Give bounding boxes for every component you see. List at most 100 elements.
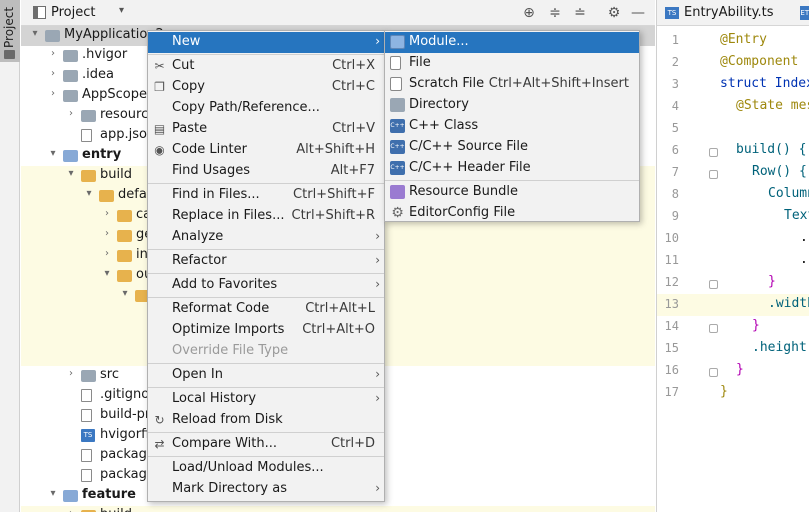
- menu-item[interactable]: Mark Directory as ›: [148, 479, 384, 500]
- folder-icon: [117, 250, 132, 262]
- fold-icon[interactable]: [709, 368, 718, 377]
- menu-item-shortcut: Ctrl+Shift+F: [293, 187, 375, 202]
- menu-separator: [148, 297, 384, 298]
- menu-item-label: New: [172, 34, 201, 49]
- chevron-down-icon[interactable]: ▾: [65, 168, 77, 179]
- menu-separator: [148, 249, 384, 250]
- menu-item[interactable]: ✂ Cut Ctrl+X: [148, 56, 384, 77]
- ets-file-icon[interactable]: ETS: [800, 6, 809, 20]
- project-tool-tab[interactable]: Project: [0, 0, 20, 62]
- line-number: 8: [671, 187, 679, 201]
- code-text: }: [768, 274, 776, 289]
- project-panel-title[interactable]: Project: [51, 5, 95, 20]
- fold-icon[interactable]: [709, 324, 718, 333]
- submenu-item[interactable]: C++ C++ Class: [385, 116, 639, 137]
- code-area[interactable]: 1 @Entry 2 @Component 3 struct Index 4 @State m…: [657, 26, 809, 512]
- line-number: 7: [671, 165, 679, 179]
- submenu-item[interactable]: C++ C/C++ Header File: [385, 158, 639, 179]
- chevron-right-icon[interactable]: ›: [101, 248, 113, 259]
- context-menu: New › ✂ Cut Ctrl+X ❐ Copy Ctrl+C Copy Path/Refer…: [147, 30, 385, 502]
- chevron-down-icon[interactable]: ▾: [119, 5, 124, 16]
- chevron-right-icon[interactable]: ›: [47, 68, 59, 79]
- file-icon: [81, 389, 92, 402]
- chevron-down-icon[interactable]: ▾: [47, 488, 59, 499]
- menu-item[interactable]: Add to Favorites ›: [148, 275, 384, 296]
- code-text: @Component: [720, 54, 799, 69]
- menu-item[interactable]: Find in Files... Ctrl+Shift+F: [148, 185, 384, 206]
- line-number: 13: [664, 297, 679, 311]
- chevron-right-icon[interactable]: ›: [101, 228, 113, 239]
- code-line: 3 struct Index: [657, 74, 809, 96]
- fold-icon[interactable]: [709, 148, 718, 157]
- expand-all-icon[interactable]: ≑: [546, 4, 564, 22]
- menu-item[interactable]: Refactor ›: [148, 251, 384, 272]
- menu-item: Override File Type: [148, 341, 384, 362]
- menu-item-shortcut: Ctrl+C: [331, 79, 375, 94]
- submenu-item[interactable]: Scratch File Ctrl+Alt+Shift+Insert: [385, 74, 639, 95]
- menu-item[interactable]: Optimize Imports Ctrl+Alt+O: [148, 320, 384, 341]
- submenu-item-label: Directory: [409, 97, 469, 112]
- folder-icon: [63, 50, 78, 62]
- code-text: @State mes: [736, 98, 809, 113]
- line-number: 5: [671, 121, 679, 135]
- resource-bundle-icon: [390, 185, 405, 199]
- code-text: Row() {: [752, 164, 807, 179]
- submenu-item[interactable]: C++ C/C++ Source File: [385, 137, 639, 158]
- cpp-file-icon: C++: [390, 161, 405, 175]
- chevron-right-icon[interactable]: ›: [47, 88, 59, 99]
- menu-item[interactable]: Analyze ›: [148, 227, 384, 248]
- line-number: 16: [664, 363, 679, 377]
- chevron-down-icon[interactable]: ▾: [119, 288, 131, 299]
- chevron-right-icon[interactable]: ›: [65, 508, 77, 512]
- menu-item[interactable]: ⇄ Compare With... Ctrl+D: [148, 434, 384, 455]
- chevron-right-icon[interactable]: ›: [65, 368, 77, 379]
- menu-item-label: Find Usages: [172, 163, 251, 178]
- fold-icon[interactable]: [709, 170, 718, 179]
- menu-item[interactable]: ◉ Code Linter Alt+Shift+H: [148, 140, 384, 161]
- menu-separator: [148, 387, 384, 388]
- menu-item-shortcut: Ctrl+X: [332, 58, 375, 73]
- chevron-down-icon[interactable]: ▾: [29, 28, 41, 39]
- chevron-right-icon[interactable]: ›: [65, 108, 77, 119]
- chevron-down-icon[interactable]: ▾: [101, 268, 113, 279]
- code-line: 4 @State mes: [657, 96, 809, 118]
- chevron-right-icon[interactable]: ›: [47, 48, 59, 59]
- chevron-right-icon[interactable]: ›: [101, 208, 113, 219]
- chevron-down-icon[interactable]: ▾: [47, 148, 59, 159]
- menu-item[interactable]: Open In ›: [148, 365, 384, 386]
- menu-item[interactable]: ▤ Paste Ctrl+V: [148, 119, 384, 140]
- folder-icon: [117, 270, 132, 282]
- hide-icon[interactable]: —: [629, 4, 647, 22]
- menu-item[interactable]: Local History ›: [148, 389, 384, 410]
- code-line: 10 .f: [657, 228, 809, 250]
- menu-item[interactable]: ❐ Copy Ctrl+C: [148, 77, 384, 98]
- code-text: struct Index: [720, 76, 809, 91]
- menu-item-shortcut: Ctrl+D: [330, 436, 375, 451]
- code-line: 17}: [657, 382, 809, 404]
- menu-separator: [148, 432, 384, 433]
- cpp-file-icon: C++: [390, 140, 405, 154]
- menu-item[interactable]: ↻ Reload from Disk: [148, 410, 384, 431]
- collapse-all-icon[interactable]: ≐: [571, 4, 589, 22]
- fold-icon[interactable]: [709, 280, 718, 289]
- tool-window-strip: Project: [0, 0, 20, 512]
- menu-item[interactable]: Replace in Files... Ctrl+Shift+R: [148, 206, 384, 227]
- code-text: Column: [768, 186, 809, 201]
- tree-row[interactable]: › build: [21, 506, 655, 512]
- code-text: build() {: [736, 142, 807, 157]
- submenu-item[interactable]: ⚙ EditorConfig File: [385, 203, 639, 224]
- menu-item[interactable]: Load/Unload Modules...: [148, 458, 384, 479]
- line-number: 3: [671, 77, 679, 91]
- menu-item[interactable]: Find Usages Alt+F7: [148, 161, 384, 182]
- submenu-item[interactable]: Module...: [385, 32, 639, 53]
- submenu-item[interactable]: File: [385, 53, 639, 74]
- crosshair-icon[interactable]: ⊕: [520, 4, 538, 22]
- gear-icon[interactable]: ⚙: [605, 4, 623, 22]
- menu-separator: [148, 273, 384, 274]
- submenu-item[interactable]: Directory: [385, 95, 639, 116]
- chevron-down-icon[interactable]: ▾: [83, 188, 95, 199]
- menu-item[interactable]: Reformat Code Ctrl+Alt+L: [148, 299, 384, 320]
- submenu-item[interactable]: Resource Bundle: [385, 182, 639, 203]
- menu-item[interactable]: New ›: [148, 32, 384, 53]
- menu-item[interactable]: Copy Path/Reference...: [148, 98, 384, 119]
